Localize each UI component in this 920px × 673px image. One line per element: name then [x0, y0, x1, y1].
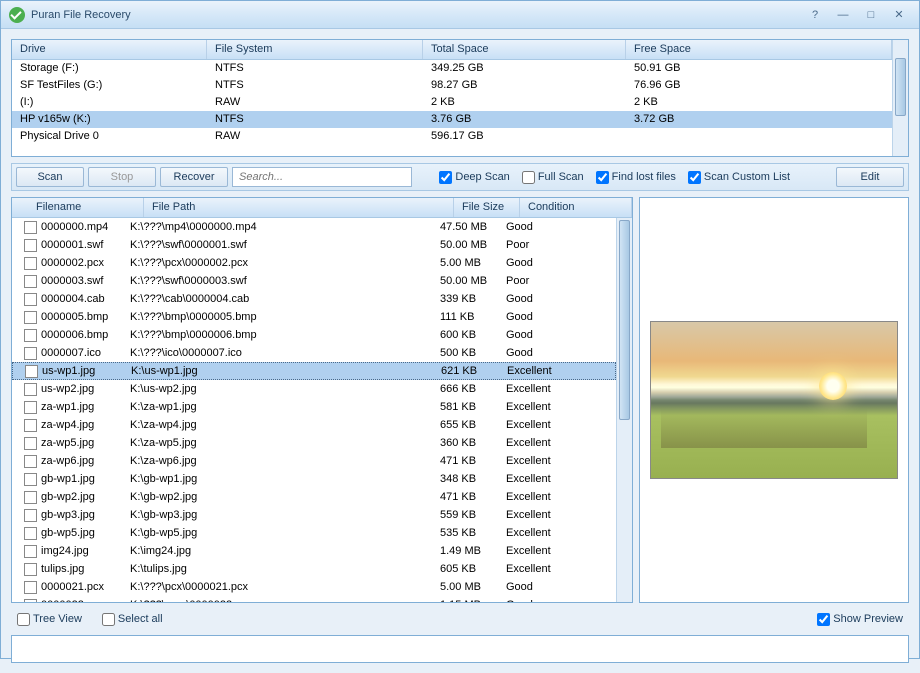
drive-list[interactable]: Storage (F:)NTFS349.25 GB50.91 GBSF Test…	[12, 60, 892, 156]
file-checkbox[interactable]	[24, 473, 37, 486]
file-row[interactable]: gb-wp1.jpgK:\gb-wp1.jpg348 KBExcellent	[12, 470, 616, 488]
drive-row[interactable]: Physical Drive 0RAW596.17 GB	[12, 128, 892, 145]
drive-header-fs[interactable]: File System	[207, 40, 423, 59]
file-row[interactable]: za-wp5.jpgK:\za-wp5.jpg360 KBExcellent	[12, 434, 616, 452]
drive-header-total[interactable]: Total Space	[423, 40, 626, 59]
file-checkbox[interactable]	[24, 383, 37, 396]
deep-scan-checkbox[interactable]: Deep Scan	[439, 171, 509, 184]
drive-panel: Drive File System Total Space Free Space…	[11, 39, 909, 157]
app-icon	[9, 7, 25, 23]
file-row[interactable]: za-wp1.jpgK:\za-wp1.jpg581 KBExcellent	[12, 398, 616, 416]
file-row[interactable]: 0000022.mngK:\???\mng\0000022.mng1.15 MB…	[12, 596, 616, 602]
file-checkbox[interactable]	[24, 293, 37, 306]
file-panel: Filename File Path File Size Condition 0…	[11, 197, 633, 603]
scan-custom-checkbox[interactable]: Scan Custom List	[688, 171, 790, 184]
close-button[interactable]: ✕	[887, 7, 911, 23]
file-row[interactable]: 0000001.swfK:\???\swf\0000001.swf50.00 M…	[12, 236, 616, 254]
file-row[interactable]: za-wp6.jpgK:\za-wp6.jpg471 KBExcellent	[12, 452, 616, 470]
file-scrollbar-thumb[interactable]	[619, 220, 630, 420]
tree-view-checkbox[interactable]: Tree View	[17, 613, 82, 626]
file-scrollbar[interactable]	[616, 218, 632, 602]
file-row[interactable]: gb-wp2.jpgK:\gb-wp2.jpg471 KBExcellent	[12, 488, 616, 506]
file-row[interactable]: img24.jpgK:\img24.jpg1.49 MBExcellent	[12, 542, 616, 560]
file-row[interactable]: tulips.jpgK:\tulips.jpg605 KBExcellent	[12, 560, 616, 578]
titlebar: Puran File Recovery ? — □ ✕	[1, 1, 919, 29]
maximize-button[interactable]: □	[859, 7, 883, 23]
file-checkbox[interactable]	[24, 491, 37, 504]
edit-button[interactable]: Edit	[836, 167, 904, 187]
drive-row[interactable]: Storage (F:)NTFS349.25 GB50.91 GB	[12, 60, 892, 77]
file-row[interactable]: gb-wp3.jpgK:\gb-wp3.jpg559 KBExcellent	[12, 506, 616, 524]
file-checkbox[interactable]	[24, 545, 37, 558]
scan-button[interactable]: Scan	[16, 167, 84, 187]
file-checkbox[interactable]	[24, 581, 37, 594]
show-preview-checkbox[interactable]: Show Preview	[817, 613, 903, 626]
file-header-condition[interactable]: Condition	[520, 198, 632, 217]
preview-image	[650, 321, 898, 479]
drive-scrollbar-thumb[interactable]	[895, 58, 906, 116]
file-checkbox[interactable]	[24, 311, 37, 324]
file-checkbox[interactable]	[24, 275, 37, 288]
file-row[interactable]: 0000003.swfK:\???\swf\0000003.swf50.00 M…	[12, 272, 616, 290]
bottom-bar: Tree View Select all Show Preview	[11, 609, 909, 629]
app-title: Puran File Recovery	[31, 9, 131, 21]
file-row[interactable]: us-wp1.jpgK:\us-wp1.jpg621 KBExcellent	[12, 362, 616, 380]
drive-row[interactable]: SF TestFiles (G:)NTFS98.27 GB76.96 GB	[12, 77, 892, 94]
file-checkbox[interactable]	[24, 563, 37, 576]
file-checkbox[interactable]	[24, 509, 37, 522]
file-checkbox[interactable]	[24, 239, 37, 252]
drive-header: Drive File System Total Space Free Space	[12, 40, 892, 60]
file-checkbox[interactable]	[24, 329, 37, 342]
select-all-checkbox[interactable]: Select all	[102, 613, 163, 626]
file-checkbox[interactable]	[24, 401, 37, 414]
toolbar: Scan Stop Recover Deep Scan Full Scan Fi…	[11, 163, 909, 191]
file-checkbox[interactable]	[24, 347, 37, 360]
file-checkbox[interactable]	[24, 599, 37, 603]
file-checkbox[interactable]	[24, 437, 37, 450]
file-row[interactable]: gb-wp5.jpgK:\gb-wp5.jpg535 KBExcellent	[12, 524, 616, 542]
search-input[interactable]	[232, 167, 412, 187]
file-header-filepath[interactable]: File Path	[144, 198, 454, 217]
file-checkbox[interactable]	[24, 527, 37, 540]
file-checkbox[interactable]	[25, 365, 38, 378]
preview-panel	[639, 197, 909, 603]
drive-header-free[interactable]: Free Space	[626, 40, 892, 59]
file-row[interactable]: 0000005.bmpK:\???\bmp\0000005.bmp111 KBG…	[12, 308, 616, 326]
file-row[interactable]: 0000006.bmpK:\???\bmp\0000006.bmp600 KBG…	[12, 326, 616, 344]
file-list[interactable]: 0000000.mp4K:\???\mp4\0000000.mp447.50 M…	[12, 218, 616, 602]
minimize-button[interactable]: —	[831, 7, 855, 23]
file-checkbox[interactable]	[24, 455, 37, 468]
file-checkbox[interactable]	[24, 257, 37, 270]
file-row[interactable]: za-wp4.jpgK:\za-wp4.jpg655 KBExcellent	[12, 416, 616, 434]
file-row[interactable]: 0000004.cabK:\???\cab\0000004.cab339 KBG…	[12, 290, 616, 308]
drive-row[interactable]: (I:)RAW2 KB2 KB	[12, 94, 892, 111]
file-header-filesize[interactable]: File Size	[454, 198, 520, 217]
drive-header-drive[interactable]: Drive	[12, 40, 207, 59]
file-checkbox[interactable]	[24, 419, 37, 432]
file-checkbox[interactable]	[24, 221, 37, 234]
drive-scrollbar[interactable]	[892, 40, 908, 156]
file-row[interactable]: 0000021.pcxK:\???\pcx\0000021.pcx5.00 MB…	[12, 578, 616, 596]
stop-button[interactable]: Stop	[88, 167, 156, 187]
file-row[interactable]: 0000007.icoK:\???\ico\0000007.ico500 KBG…	[12, 344, 616, 362]
recover-button[interactable]: Recover	[160, 167, 228, 187]
file-row[interactable]: us-wp2.jpgK:\us-wp2.jpg666 KBExcellent	[12, 380, 616, 398]
file-header-filename[interactable]: Filename	[12, 198, 144, 217]
file-row[interactable]: 0000000.mp4K:\???\mp4\0000000.mp447.50 M…	[12, 218, 616, 236]
file-row[interactable]: 0000002.pcxK:\???\pcx\0000002.pcx5.00 MB…	[12, 254, 616, 272]
file-header: Filename File Path File Size Condition	[12, 198, 632, 218]
help-button[interactable]: ?	[803, 7, 827, 23]
find-lost-checkbox[interactable]: Find lost files	[596, 171, 676, 184]
drive-row[interactable]: HP v165w (K:)NTFS3.76 GB3.72 GB	[12, 111, 892, 128]
full-scan-checkbox[interactable]: Full Scan	[522, 171, 584, 184]
